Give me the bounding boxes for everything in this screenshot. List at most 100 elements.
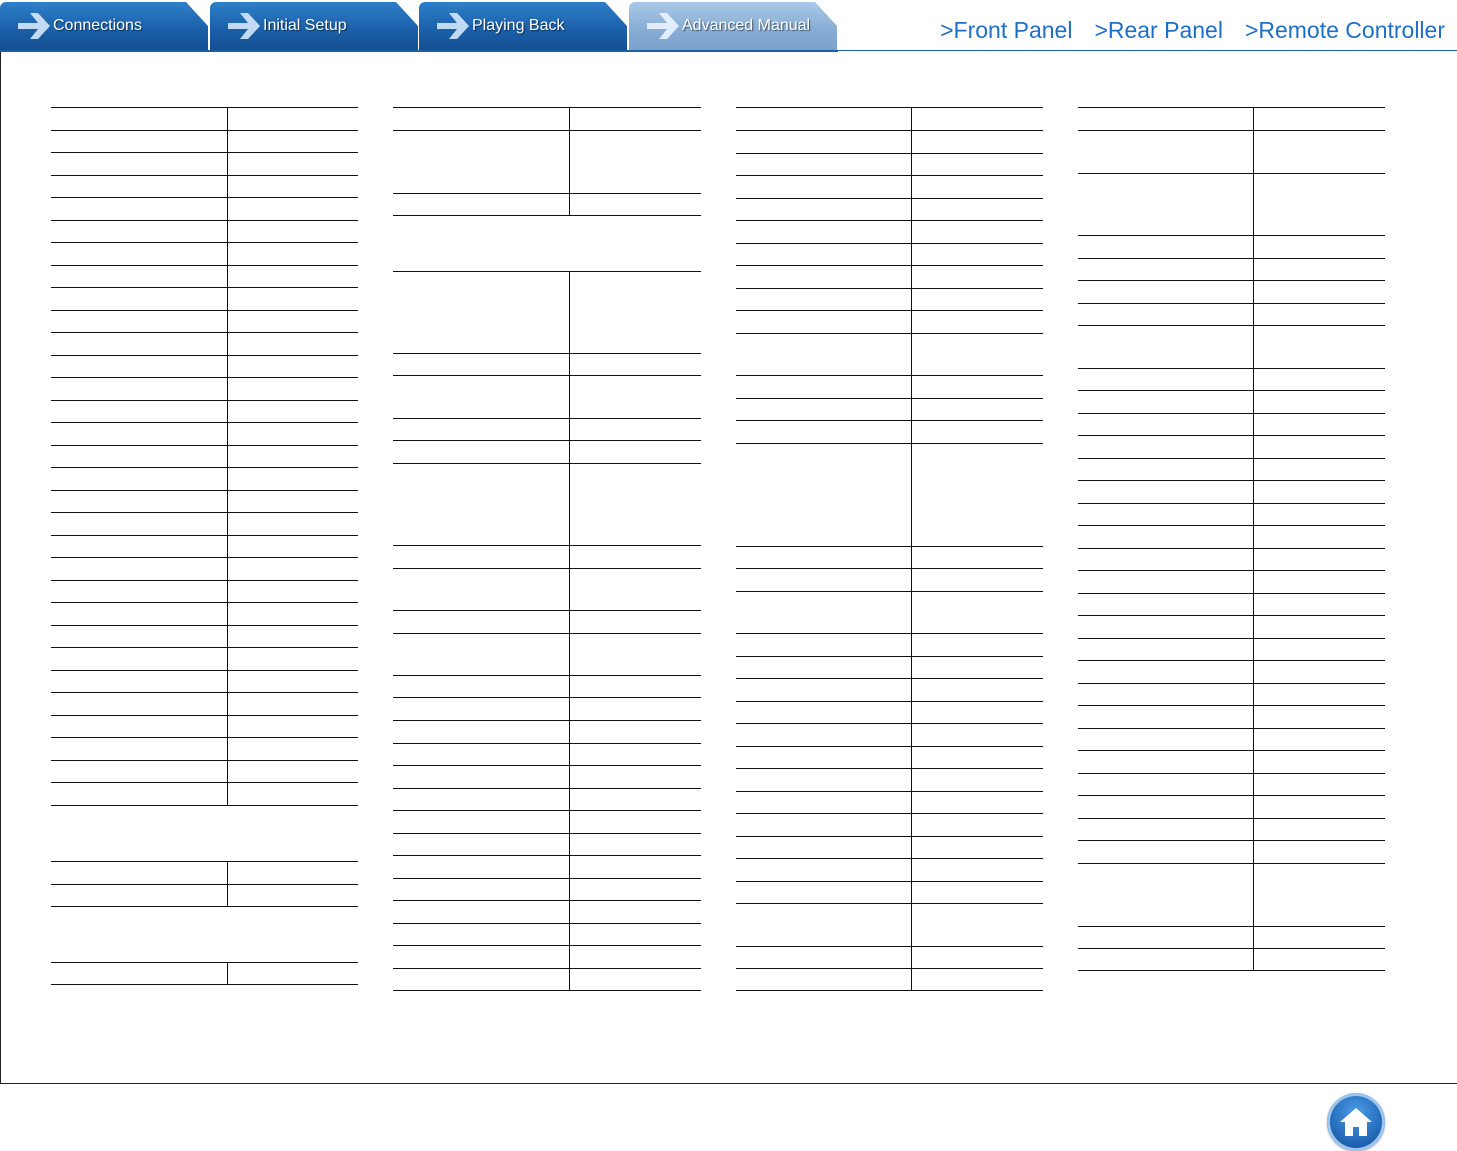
table-rule <box>393 271 701 272</box>
table-cell-divider <box>911 375 912 398</box>
table-rule <box>393 375 701 376</box>
tab-playing-back[interactable]: Playing Back <box>419 2 627 50</box>
table-rule <box>51 310 358 311</box>
table-rule <box>51 445 358 446</box>
table-rule <box>1078 390 1385 391</box>
table-cell-divider <box>227 467 228 490</box>
link-front-panel[interactable]: >Front Panel <box>940 17 1072 44</box>
tab-advanced-manual[interactable]: Advanced Manual <box>629 2 837 50</box>
table-cell-divider <box>911 220 912 243</box>
table-rule <box>736 946 1043 947</box>
table-rule <box>393 810 701 811</box>
table-cell-divider <box>1253 615 1254 638</box>
table-rule <box>51 220 358 221</box>
table-cell-divider <box>569 878 570 900</box>
table-cell-divider <box>569 810 570 833</box>
table-cell-divider <box>227 692 228 715</box>
table-cell-divider <box>227 197 228 220</box>
table-rule <box>393 833 701 834</box>
table-cell-divider <box>911 813 912 836</box>
table-rule <box>736 968 1043 969</box>
table-cell-divider <box>227 737 228 760</box>
table-rule <box>736 591 1043 592</box>
table-rule <box>736 791 1043 792</box>
table-cell-divider <box>911 333 912 375</box>
table-rule <box>736 288 1043 289</box>
link-remote-controller[interactable]: >Remote Controller <box>1245 17 1445 44</box>
home-button[interactable] <box>1327 1093 1385 1151</box>
table-cell-divider <box>227 512 228 535</box>
table-cell-divider <box>911 656 912 678</box>
table-rule <box>51 861 358 862</box>
table-cell-divider <box>227 625 228 647</box>
table-rule <box>1078 235 1385 236</box>
table-rule <box>393 765 701 766</box>
arrow-right-icon <box>18 13 50 39</box>
table-cell-divider <box>569 675 570 697</box>
table-cell-divider <box>1253 570 1254 593</box>
table-rule <box>736 633 1043 634</box>
table-rule <box>51 557 358 558</box>
table-rule <box>393 193 701 194</box>
table-cell-divider <box>569 353 570 375</box>
table-rule <box>736 881 1043 882</box>
table-cell-divider <box>1253 280 1254 303</box>
table-cell-divider <box>911 968 912 990</box>
table-cell-divider <box>1253 503 1254 525</box>
table-cell-divider <box>227 175 228 197</box>
table-cell-divider <box>569 440 570 463</box>
table-cell-divider <box>227 377 228 400</box>
table-rule <box>393 697 701 698</box>
table-rule <box>736 656 1043 657</box>
tab-initial-setup[interactable]: Initial Setup <box>210 2 418 50</box>
table-cell-divider <box>1253 258 1254 280</box>
tab-label: Advanced Manual <box>682 17 811 34</box>
table-cell-divider <box>911 175 912 198</box>
link-rear-panel[interactable]: >Rear Panel <box>1094 17 1223 44</box>
arrow-right-icon <box>437 13 469 39</box>
table-rule <box>51 422 358 423</box>
table-cell-divider <box>227 861 228 884</box>
table-rule <box>393 945 701 946</box>
table-rule <box>1078 795 1385 796</box>
table-cell-divider <box>911 107 912 130</box>
table-rule <box>736 568 1043 569</box>
table-rule <box>51 670 358 671</box>
table-cell-divider <box>1253 863 1254 926</box>
table-rule <box>736 107 1043 108</box>
table-cell-divider <box>227 287 228 310</box>
table-rule <box>736 701 1043 702</box>
table-rule <box>736 198 1043 199</box>
table-cell-divider <box>569 375 570 418</box>
table-cell-divider <box>227 242 228 265</box>
table-rule <box>51 535 358 536</box>
table-rule <box>736 310 1043 311</box>
table-cell-divider <box>569 743 570 765</box>
table-cell-divider <box>569 855 570 878</box>
table-cell-divider <box>569 765 570 788</box>
table-cell-divider <box>911 746 912 768</box>
table-rule <box>51 175 358 176</box>
table-rule <box>1078 107 1385 108</box>
table-rule <box>736 723 1043 724</box>
table-cell-divider <box>911 243 912 265</box>
table-rule <box>1078 258 1385 259</box>
table-rule <box>393 633 701 634</box>
table-rule <box>51 152 358 153</box>
tab-label: Initial Setup <box>263 17 347 34</box>
table-rule <box>1078 840 1385 841</box>
table-rule <box>51 107 358 108</box>
table-rule <box>393 463 701 464</box>
tab-connections[interactable]: Connections <box>0 2 208 50</box>
table-cell-divider <box>227 557 228 580</box>
table-cell-divider <box>227 782 228 805</box>
table-cell-divider <box>569 610 570 633</box>
table-cell-divider <box>569 720 570 743</box>
table-rule <box>1078 683 1385 684</box>
table-rule <box>393 130 701 131</box>
table-cell-divider <box>227 422 228 445</box>
table-rule <box>393 440 701 441</box>
table-cell-divider <box>569 107 570 130</box>
table-rule <box>1078 413 1385 414</box>
table-cell-divider <box>911 591 912 633</box>
